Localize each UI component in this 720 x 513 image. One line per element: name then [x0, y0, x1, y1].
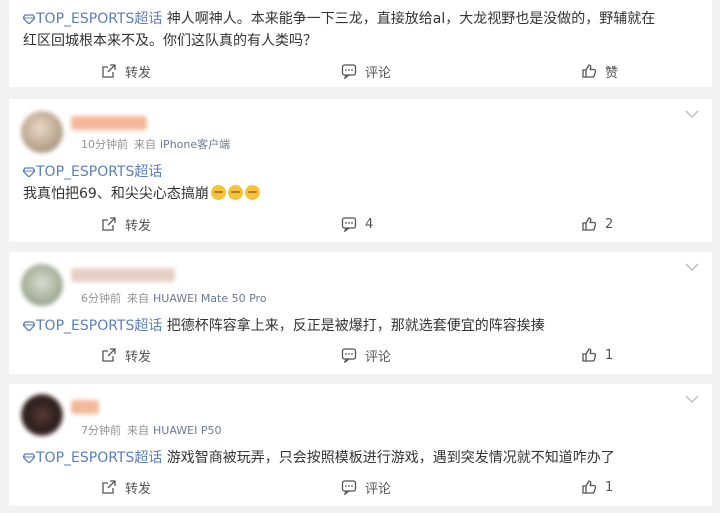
avatar[interactable] [21, 111, 63, 153]
topic-diamond-icon [23, 14, 35, 24]
emoji-icon [244, 185, 260, 200]
share-icon [101, 63, 117, 79]
avatar[interactable] [21, 264, 63, 306]
chevron-down-icon[interactable] [684, 394, 700, 404]
post-text: TOP_ESPORTS超话 把德杯阵容拿上来，反正是被爆打，那就选套便宜的阵容挨… [23, 315, 694, 337]
like-icon [581, 216, 597, 232]
share-icon [101, 216, 117, 232]
chevron-down-icon[interactable] [684, 262, 700, 272]
emoji-icon [227, 185, 243, 200]
like-button[interactable]: 1 [581, 344, 613, 366]
comment-icon [341, 347, 357, 363]
post-text: TOP_ESPORTS超话 神人啊神人。本来能争一下三龙，直接放给al，大龙视野… [23, 8, 694, 52]
post-source[interactable]: HUAWEI P50 [153, 424, 221, 437]
topic-diamond-icon [23, 321, 35, 331]
share-button[interactable]: 转发 [101, 60, 151, 82]
chevron-down-icon[interactable] [684, 109, 700, 119]
topic-diamond-icon [23, 453, 35, 463]
comment-button[interactable]: 4 [341, 213, 373, 235]
like-button[interactable]: 1 [581, 476, 613, 498]
action-bar: 转发 评论 赞 [9, 60, 712, 82]
post-time[interactable]: 6分钟前 [81, 292, 121, 305]
post-source[interactable]: iPhone客户端 [160, 138, 230, 151]
emoji-icon [210, 185, 226, 200]
post-text: TOP_ESPORTS超话 游戏智商被玩弄，只会按照模板进行游戏，遇到突发情况就… [23, 447, 694, 469]
avatar[interactable] [21, 394, 63, 436]
share-icon [101, 347, 117, 363]
share-button[interactable]: 转发 [101, 213, 151, 235]
post-card: 10分钟前 来自 iPhone客户端 TOP_ESPORTS超话 我真怕把69、和尖… [9, 99, 712, 242]
action-bar: 转发 评论 1 [9, 344, 712, 366]
post-text-line: 把德杯阵容拿上来，反正是被爆打，那就选套便宜的阵容挨揍 [162, 318, 545, 334]
like-button[interactable]: 2 [581, 213, 613, 235]
post-meta: 6分钟前 来自 HUAWEI Mate 50 Pro [81, 292, 267, 305]
topic-diamond-icon [23, 167, 35, 177]
comment-button[interactable]: 评论 [341, 344, 391, 366]
comment-icon [341, 63, 357, 79]
post-text-line: 游戏智商被玩弄，只会按照模板进行游戏，遇到突发情况就不知道咋办了 [162, 450, 615, 466]
post-card: 7分钟前 来自 HUAWEI P50 TOP_ESPORTS超话 游戏智商被玩弄，只… [9, 384, 712, 506]
comment-button[interactable]: 评论 [341, 60, 391, 82]
username-blurred[interactable] [71, 400, 99, 414]
post-text-line: 我真怕把69、和尖尖心态搞崩 [23, 186, 209, 202]
like-icon [581, 63, 597, 79]
topic-tag[interactable]: TOP_ESPORTS超话 [23, 450, 162, 466]
username-blurred[interactable] [71, 268, 175, 282]
like-icon [581, 479, 597, 495]
like-icon [581, 347, 597, 363]
action-bar: 转发 评论 1 [9, 476, 712, 498]
post-time[interactable]: 10分钟前 [81, 138, 128, 151]
post-card: 6分钟前 来自 HUAWEI Mate 50 Pro TOP_ESPORTS超话 把… [9, 252, 712, 374]
share-icon [101, 479, 117, 495]
share-button[interactable]: 转发 [101, 476, 151, 498]
post-text-line: 红区回城根本来不及。你们这队真的有人类吗？ [23, 33, 317, 49]
post-meta: 10分钟前 来自 iPhone客户端 [81, 138, 231, 151]
like-button[interactable]: 赞 [581, 60, 618, 82]
comment-icon [341, 216, 357, 232]
post-source[interactable]: HUAWEI Mate 50 Pro [153, 292, 267, 305]
topic-tag[interactable]: TOP_ESPORTS超话 [23, 11, 162, 27]
post-text: TOP_ESPORTS超话 我真怕把69、和尖尖心态搞崩 [23, 161, 694, 205]
topic-tag[interactable]: TOP_ESPORTS超话 [23, 318, 162, 334]
action-bar: 转发 4 2 [9, 213, 712, 235]
username-blurred[interactable] [71, 116, 147, 130]
post-meta: 7分钟前 来自 HUAWEI P50 [81, 424, 222, 437]
post-card: TOP_ESPORTS超话 神人啊神人。本来能争一下三龙，直接放给al，大龙视野… [9, 0, 712, 87]
comment-icon [341, 479, 357, 495]
post-time[interactable]: 7分钟前 [81, 424, 121, 437]
share-button[interactable]: 转发 [101, 344, 151, 366]
comment-button[interactable]: 评论 [341, 476, 391, 498]
topic-tag[interactable]: TOP_ESPORTS超话 [23, 164, 162, 180]
post-text-line: 神人啊神人。本来能争一下三龙，直接放给al，大龙视野也是没做的，野辅就在 [162, 11, 656, 27]
